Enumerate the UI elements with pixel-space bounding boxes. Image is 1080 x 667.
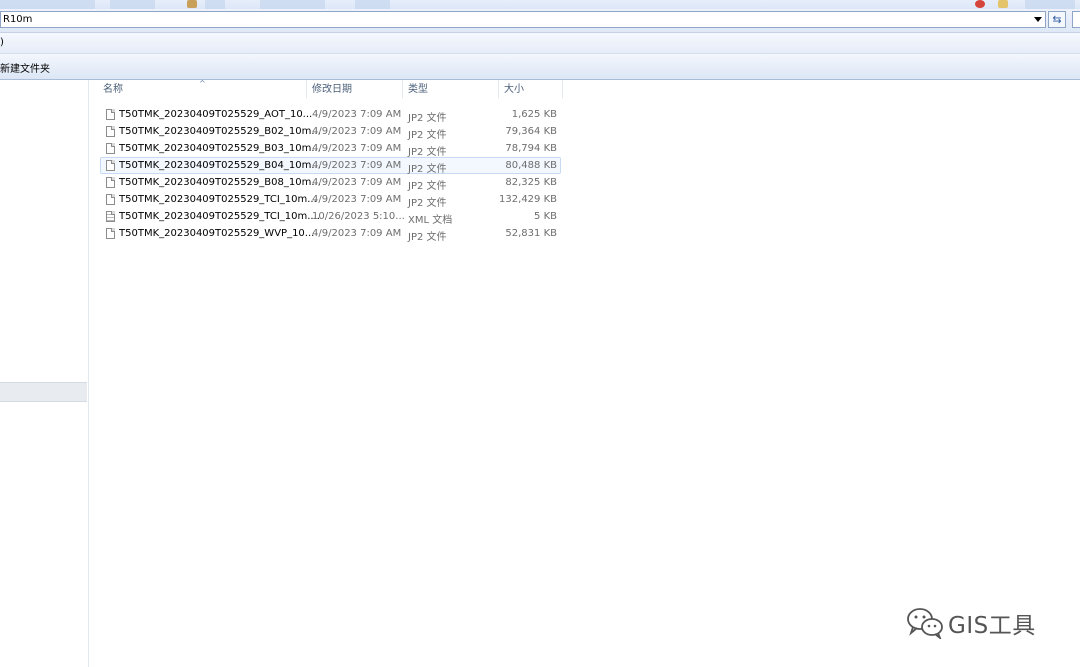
column-header-name[interactable]: 名称: [98, 80, 307, 98]
file-row[interactable]: T50TMK_20230409T025529_AOT_10... 4/9/202…: [100, 106, 561, 124]
file-modified: 4/9/2023 7:09 AM: [312, 109, 402, 120]
menu-bar: ): [0, 33, 1080, 54]
file-size: 5 KB: [534, 211, 557, 222]
file-row[interactable]: T50TMK_20230409T025529_TCI_10m... 4/9/20…: [100, 191, 561, 209]
new-folder-button[interactable]: 新建文件夹: [0, 60, 50, 75]
file-name: T50TMK_20230409T025529_TCI_10m....: [119, 211, 320, 222]
file-type: JP2 文件: [408, 181, 447, 192]
file-modified: 4/9/2023 7:09 AM: [312, 160, 402, 171]
browser-tab[interactable]: [260, 0, 325, 9]
file-size: 79,364 KB: [505, 126, 557, 137]
file-size: 1,625 KB: [511, 109, 557, 120]
file-size: 78,794 KB: [505, 143, 557, 154]
file-name: T50TMK_20230409T025529_AOT_10...: [119, 109, 313, 120]
file-name: T50TMK_20230409T025529_B03_10m...: [119, 143, 321, 154]
menu-item-partial[interactable]: ): [0, 37, 4, 48]
file-type: JP2 文件: [408, 164, 447, 175]
wechat-icon: [907, 608, 943, 639]
file-size: 132,429 KB: [499, 194, 557, 205]
file-modified: 4/9/2023 7:09 AM: [312, 126, 402, 137]
close-icon[interactable]: [975, 0, 985, 8]
file-size: 80,488 KB: [505, 160, 557, 171]
file-icon: [106, 177, 115, 188]
file-row[interactable]: T50TMK_20230409T025529_B08_10m... 4/9/20…: [100, 174, 561, 192]
file-row[interactable]: T50TMK_20230409T025529_TCI_10m.... 10/26…: [100, 208, 561, 226]
search-input[interactable]: [1072, 11, 1080, 28]
file-modified: 4/9/2023 7:09 AM: [312, 143, 402, 154]
refresh-button[interactable]: ⇆: [1048, 11, 1066, 28]
file-modified: 4/9/2023 7:09 AM: [312, 177, 402, 188]
file-row[interactable]: T50TMK_20230409T025529_B02_10m... 4/9/20…: [100, 123, 561, 141]
file-name: T50TMK_20230409T025529_B02_10m...: [119, 126, 321, 137]
address-input[interactable]: R10m: [0, 11, 1046, 28]
file-size: 82,325 KB: [505, 177, 557, 188]
file-modified: 10/26/2023 5:10...: [312, 211, 405, 222]
file-row[interactable]: T50TMK_20230409T025529_B03_10m... 4/9/20…: [100, 140, 561, 158]
file-name: T50TMK_20230409T025529_B08_10m...: [119, 177, 321, 188]
navigation-pane[interactable]: [0, 80, 89, 667]
nav-selected-item[interactable]: [0, 382, 87, 402]
file-modified: 4/9/2023 7:09 AM: [312, 228, 402, 239]
watermark: GIS工具: [905, 605, 1055, 639]
file-icon: [106, 109, 115, 120]
browser-tab[interactable]: [110, 0, 155, 9]
browser-tab[interactable]: [1025, 0, 1075, 9]
browser-tab[interactable]: [355, 0, 390, 9]
file-row[interactable]: T50TMK_20230409T025529_WVP_10... 4/9/202…: [100, 225, 561, 243]
column-header-type[interactable]: 类型: [403, 80, 499, 98]
address-bar: R10m ⇆: [0, 9, 1080, 33]
file-type: XML 文档: [408, 215, 453, 226]
app-icon: [998, 0, 1008, 8]
file-type: JP2 文件: [408, 147, 447, 158]
column-header-modified[interactable]: 修改日期: [307, 80, 403, 98]
chevron-down-icon[interactable]: [1034, 17, 1042, 22]
file-name: T50TMK_20230409T025529_TCI_10m...: [119, 194, 317, 205]
file-icon: [106, 228, 115, 239]
file-size: 52,831 KB: [505, 228, 557, 239]
file-type: JP2 文件: [408, 130, 447, 141]
refresh-icon: ⇆: [1052, 13, 1062, 26]
file-icon: [106, 126, 115, 137]
xml-file-icon: [106, 211, 115, 222]
watermark-text: GIS工具: [948, 613, 1036, 639]
column-header-size[interactable]: 大小: [499, 80, 563, 98]
file-row-selected[interactable]: T50TMK_20230409T025529_B04_10m... 4/9/20…: [100, 157, 561, 175]
file-name: T50TMK_20230409T025529_WVP_10...: [119, 228, 315, 239]
app-icon: [187, 0, 197, 8]
file-list-pane: ^ 名称 修改日期 类型 大小 T50TMK_20230409T025529_A…: [89, 80, 1080, 667]
file-modified: 4/9/2023 7:09 AM: [312, 194, 402, 205]
file-type: JP2 文件: [408, 232, 447, 243]
file-name: T50TMK_20230409T025529_B04_10m...: [119, 160, 321, 171]
file-type: JP2 文件: [408, 198, 447, 209]
file-icon: [106, 160, 115, 171]
file-type: JP2 文件: [408, 113, 447, 124]
command-toolbar: 新建文件夹: [0, 54, 1080, 80]
address-path: R10m: [3, 14, 33, 25]
file-icon: [106, 143, 115, 154]
taskbar-strip: [0, 0, 1080, 9]
file-icon: [106, 194, 115, 205]
browser-tab[interactable]: [0, 0, 95, 9]
browser-tab[interactable]: [205, 0, 225, 9]
